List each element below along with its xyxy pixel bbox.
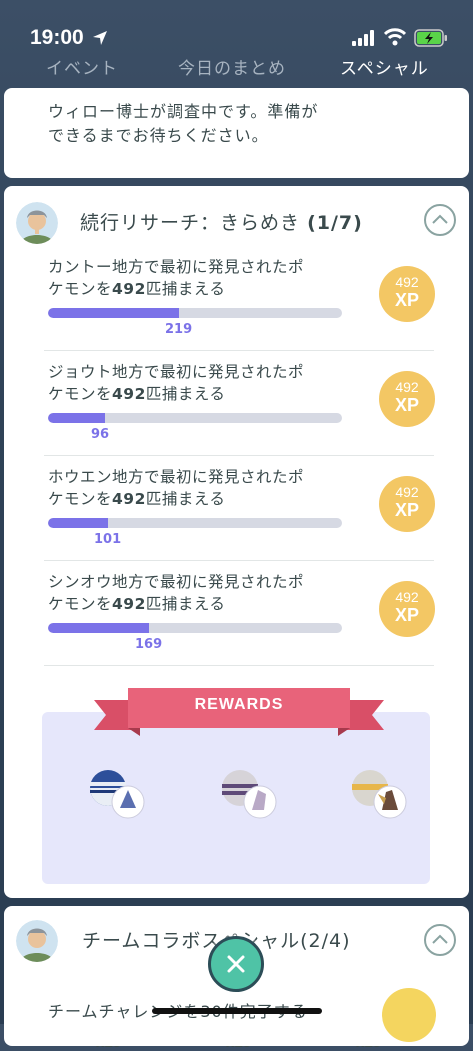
battery-charging-icon: [414, 29, 447, 47]
progress-bar: [48, 308, 342, 318]
research-waiting-card: ウィロー博士が調査中です。準備が できるまでお待ちください。: [4, 88, 469, 178]
task-description: ホウエン地方で最初に発見されたポ ケモンを492匹捕まえる: [48, 468, 305, 508]
tab-events[interactable]: イベント: [46, 54, 118, 79]
xp-reward-badge: 492 XP: [379, 476, 435, 532]
professor-avatar: [16, 202, 58, 244]
research-task: カントー地方で最初に発見されたポ ケモンを492匹捕まえる 219 492 XP: [44, 246, 435, 351]
research-task: シンオウ地方で最初に発見されたポ ケモンを492匹捕まえる 169 492 XP: [44, 561, 435, 666]
research-task: ジョウト地方で最初に発見されたポ ケモンを492匹捕まえる 96 492 XP: [44, 351, 435, 456]
collapse-button[interactable]: [424, 204, 456, 236]
waiting-message: ウィロー博士が調査中です。準備が できるまでお待ちください。: [48, 102, 319, 145]
progress-count: 169: [135, 637, 163, 652]
status-bar: 19:00: [0, 0, 473, 52]
collapse-button[interactable]: [424, 924, 456, 956]
xp-reward-badge: 492 XP: [379, 371, 435, 427]
tab-bar: イベント 今日のまとめ スペシャル: [0, 52, 473, 82]
progress-bar: [48, 413, 342, 423]
xp-reward-badge: 492 XP: [379, 266, 435, 322]
xp-reward-badge: 492 XP: [379, 581, 435, 637]
home-indicator[interactable]: [152, 1008, 322, 1014]
research-title: 続行リサーチ：きらめき (1/7): [80, 212, 363, 234]
reward-badge: [382, 988, 436, 1042]
close-icon: [227, 955, 245, 973]
professor-avatar: [16, 920, 58, 962]
task-description: カントー地方で最初に発見されたポ ケモンを492匹捕まえる: [48, 258, 305, 298]
wifi-icon: [384, 28, 406, 46]
reward-item[interactable]: [218, 764, 298, 844]
progress-count: 96: [91, 427, 110, 442]
rewards-label: REWARDS: [194, 696, 284, 713]
progress-fill: [48, 308, 179, 318]
progress-count: 101: [94, 532, 122, 547]
purple-ball-encounter-icon: [222, 770, 277, 819]
task-description: シンオウ地方で最初に発見されたポ ケモンを492匹捕まえる: [48, 573, 305, 613]
close-button[interactable]: [208, 936, 264, 992]
reward-item[interactable]: [86, 764, 166, 844]
special-research-card: 続行リサーチ：きらめき (1/7) カントー地方で最初に発見されたポ ケモンを4…: [4, 186, 469, 1051]
task-description: ジョウト地方で最初に発見されたポ ケモンを492匹捕まえる: [48, 363, 305, 403]
progress-count: 219: [165, 322, 193, 337]
tab-today-summary[interactable]: 今日のまとめ: [178, 54, 286, 79]
progress-fill: [48, 413, 105, 423]
location-arrow-icon: [93, 31, 107, 45]
blue-ball-encounter-icon: [90, 770, 145, 819]
research-task: ホウエン地方で最初に発見されたポ ケモンを492匹捕まえる 101 492 XP: [44, 456, 435, 561]
reward-item[interactable]: [348, 764, 428, 844]
progress-fill: [48, 623, 149, 633]
progress-bar: [48, 623, 342, 633]
gold-ball-encounter-icon: [352, 770, 407, 819]
chevron-up-icon: [432, 934, 448, 944]
clock: 19:00: [30, 26, 84, 49]
progress-bar: [48, 518, 342, 528]
chevron-up-icon: [432, 214, 448, 224]
progress-fill: [48, 518, 108, 528]
cellular-signal-icon: [352, 30, 374, 46]
tab-special[interactable]: スペシャル: [340, 54, 429, 79]
